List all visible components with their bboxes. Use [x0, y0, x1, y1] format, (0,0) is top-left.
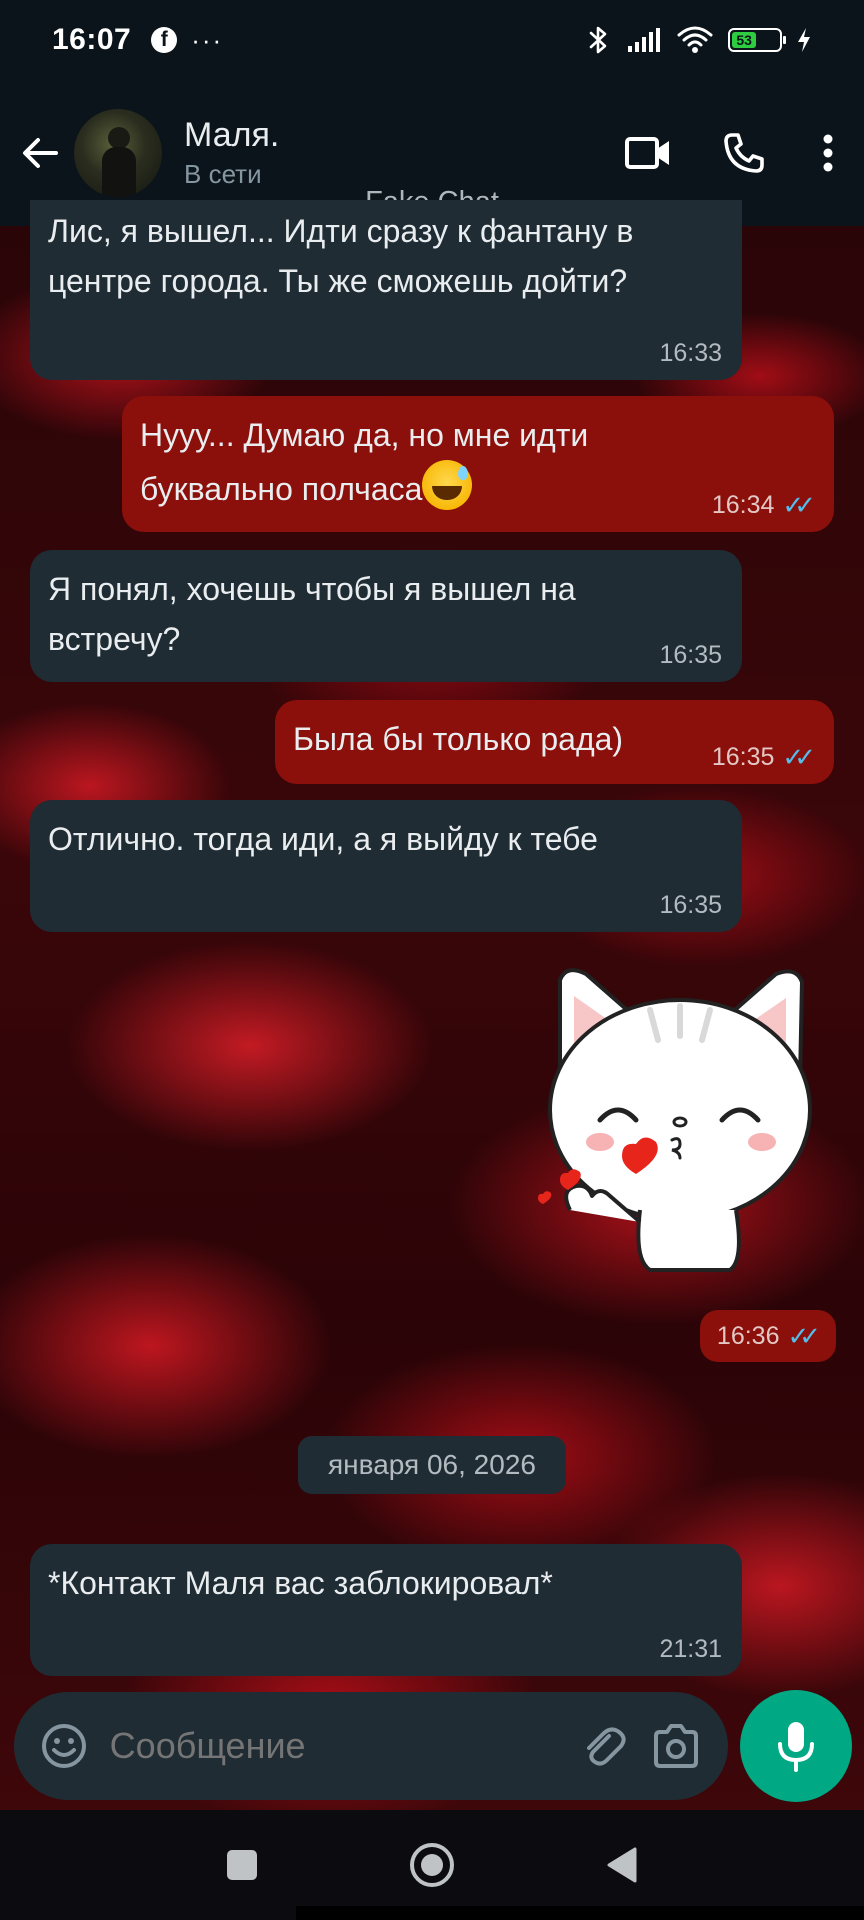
message-bubble-outgoing[interactable]: Нууу... Думаю да, но мне идти буквально …	[122, 396, 834, 532]
message-composer	[14, 1692, 728, 1800]
status-time: 16:07	[52, 23, 132, 56]
message-text-line: центре города. Ты же сможешь дойти?	[48, 263, 628, 299]
camera-icon	[654, 1724, 699, 1768]
message-bubble-incoming[interactable]: Лис, я вышел... Идти сразу к фантану в ц…	[30, 200, 742, 380]
more-vertical-icon	[823, 134, 833, 172]
message-text-line: Нууу... Думаю да, но мне идти	[140, 417, 589, 453]
emoji-icon	[41, 1724, 86, 1768]
message-text-line: Я понял, хочешь чтобы я вышел на	[48, 571, 576, 607]
date-separator: января 06, 2026	[298, 1436, 566, 1494]
circle-home-icon	[410, 1843, 454, 1887]
back-button[interactable]	[16, 129, 64, 177]
wifi-icon	[677, 26, 713, 53]
grinning-sweat-emoji	[422, 460, 473, 510]
triangle-back-icon	[607, 1847, 637, 1883]
message-time: 21:31	[659, 1635, 722, 1663]
read-receipt-icon: ✓✓	[782, 742, 815, 772]
message-text-line: Лис, я вышел... Идти сразу к фантану в	[48, 213, 634, 249]
contact-avatar[interactable]	[74, 109, 162, 197]
sticker-meta: 16:36 ✓✓	[700, 1310, 836, 1362]
message-meta: 16:34 ✓✓	[711, 490, 816, 520]
message-bubble-outgoing[interactable]: Была бы только рада) 16:35 ✓✓	[275, 700, 834, 784]
battery-icon: 53	[728, 28, 786, 52]
message-text-line: встречу?	[48, 621, 181, 657]
message-time: 16:34	[711, 490, 775, 519]
status-bar: 16:07 f ··· 53	[0, 0, 864, 80]
kissing-cat-sticker[interactable]	[530, 960, 830, 1280]
message-time: 16:35	[711, 742, 775, 771]
message-time: 16:35	[659, 891, 722, 919]
attach-button[interactable]	[575, 1714, 631, 1778]
emoji-button[interactable]	[36, 1714, 92, 1778]
read-receipt-icon: ✓✓	[787, 1320, 820, 1351]
message-input[interactable]	[109, 1725, 575, 1767]
message-time: 16:35	[659, 641, 722, 669]
recents-button[interactable]	[212, 1835, 272, 1895]
message-bubble-incoming[interactable]: Я понял, хочешь чтобы я вышел на встречу…	[30, 550, 742, 682]
read-receipt-icon: ✓✓	[782, 490, 815, 520]
system-nav-bar	[0, 1810, 864, 1920]
message-text-line: буквально полчаса	[140, 471, 423, 507]
battery-level: 53	[732, 32, 757, 48]
message-meta: 21:31	[659, 1637, 722, 1662]
camera-button[interactable]	[648, 1714, 704, 1778]
gesture-handle	[296, 1906, 864, 1920]
more-notifications-icon: ···	[191, 25, 224, 55]
bluetooth-icon	[589, 26, 607, 54]
message-meta: 16:35	[659, 893, 722, 918]
message-time: 16:33	[659, 339, 722, 367]
video-call-icon	[625, 137, 669, 169]
charging-icon	[798, 28, 810, 52]
facebook-notification-icon: f	[151, 27, 178, 53]
voice-message-button[interactable]	[740, 1690, 852, 1802]
message-meta: 16:33	[659, 341, 722, 366]
message-text-line: *Контакт Маля вас заблокировал*	[48, 1565, 553, 1601]
home-button[interactable]	[402, 1835, 462, 1895]
message-bubble-incoming[interactable]: *Контакт Маля вас заблокировал* 21:31	[30, 1544, 742, 1676]
contact-name: Маля.	[184, 116, 280, 154]
attach-icon	[586, 1727, 626, 1766]
message-text-line: Отлично. тогда иди, а я выйду к тебе	[48, 821, 598, 857]
signal-icon	[628, 28, 660, 52]
message-time: 16:36	[716, 1321, 780, 1350]
contact-info[interactable]: Маля. В сети	[184, 116, 279, 190]
message-meta: 16:35 ✓✓	[711, 742, 816, 772]
phone-icon	[724, 133, 764, 173]
mic-icon	[778, 1722, 814, 1772]
square-recents-icon	[227, 1850, 257, 1880]
message-meta: 16:35	[659, 643, 722, 668]
back-arrow-icon	[23, 138, 58, 168]
message-bubble-incoming[interactable]: Отлично. тогда иди, а я выйду к тебе 16:…	[30, 800, 742, 932]
back-nav-button[interactable]	[592, 1835, 652, 1895]
